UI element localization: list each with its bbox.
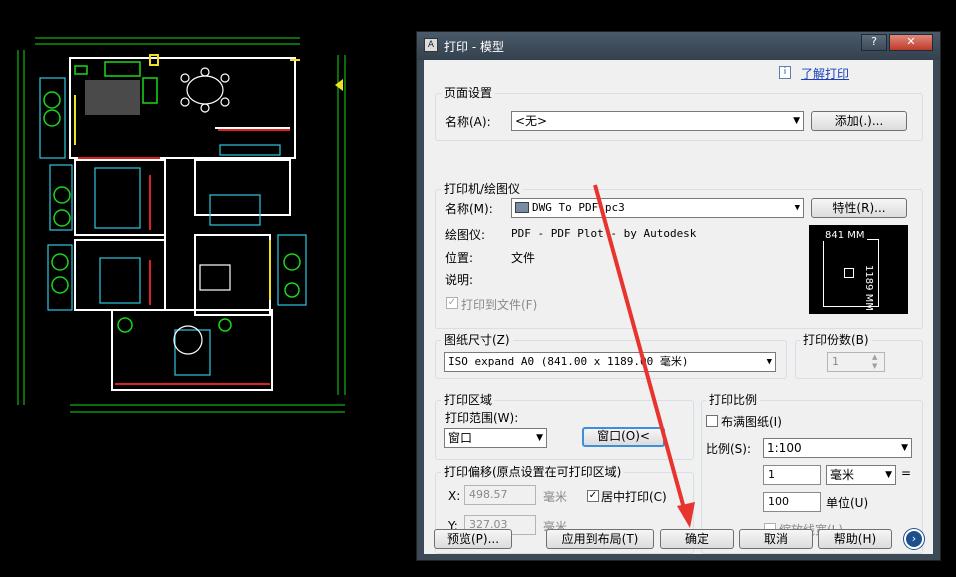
paper-size-label: 图纸尺寸(Z): [441, 331, 513, 348]
fit-to-paper-label: 布满图纸(I): [721, 415, 782, 429]
preview-width-label: 841 MM: [823, 230, 867, 241]
plotter-label: 绘图仪:: [445, 228, 486, 242]
chevron-down-icon: ▼: [885, 470, 892, 480]
plot-area-label: 打印区域: [441, 391, 496, 408]
scale-unit-value: 毫米: [830, 468, 855, 482]
autocad-app-icon: A: [424, 38, 438, 52]
learn-printing-link[interactable]: 了解打印: [801, 65, 849, 82]
chevron-down-icon: ▼: [536, 433, 543, 443]
offset-x-unit: 毫米: [543, 490, 568, 504]
scale-value1-input[interactable]: 1: [763, 465, 821, 485]
scale-equals: =: [901, 466, 912, 480]
paper-preview: 841 MM 1189 MM: [809, 225, 908, 314]
location-label: 位置:: [445, 251, 474, 265]
scale-ratio-value: 1:100: [767, 441, 802, 455]
help-button[interactable]: 帮助(H): [818, 529, 892, 549]
help-window-button[interactable]: ?: [861, 34, 887, 51]
printer-name-label: 名称(M):: [445, 202, 493, 216]
plot-offset-label: 打印偏移(原点设置在可打印区域): [441, 463, 625, 480]
scale-value1: 1: [768, 468, 775, 481]
plot-dialog: A 打印 - 模型 ? ✕ i 了解打印 页面设置 名称(A): <无> ▼ 添加…: [416, 31, 941, 561]
plotter-value: PDF - PDF Plot - by Autodesk: [511, 227, 697, 240]
page-setup-name-dropdown[interactable]: <无> ▼: [511, 111, 804, 131]
printer-group-label: 打印机/绘图仪: [441, 180, 524, 197]
page-setup-name-value: <无>: [515, 114, 548, 128]
center-plot-checkbox[interactable]: ✓: [587, 490, 599, 502]
plot-range-value: 窗口: [448, 431, 473, 445]
print-to-file-checkbox[interactable]: ✓: [446, 297, 458, 309]
info-icon: i: [779, 66, 791, 79]
chevron-down-icon: ▼: [901, 443, 908, 453]
entry-arrow-icon: [335, 79, 343, 91]
dialog-titlebar[interactable]: A 打印 - 模型 ? ✕: [417, 32, 940, 60]
window-select-button[interactable]: 窗口(O)<: [582, 427, 665, 447]
dialog-body: i 了解打印 页面设置 名称(A): <无> ▼ 添加(.)... 打印机/绘图仪…: [424, 60, 933, 554]
plot-scale-label: 打印比例: [706, 391, 761, 408]
paper-size-dropdown[interactable]: ISO expand A0 (841.00 x 1189.00 毫米) ▼: [444, 352, 776, 372]
add-page-setup-button[interactable]: 添加(.)...: [811, 111, 907, 131]
apply-to-layout-button[interactable]: 应用到布局(T): [546, 529, 654, 549]
printer-icon: [515, 202, 529, 213]
scale-unit-dropdown[interactable]: 毫米 ▼: [826, 465, 896, 485]
description-label: 说明:: [445, 273, 474, 287]
chevron-down-icon: ▼: [793, 116, 800, 126]
fit-to-paper-checkbox[interactable]: [706, 415, 718, 427]
floor-plan-drawing: [17, 37, 346, 413]
scale-ratio-label: 比例(S):: [706, 442, 752, 456]
ok-button[interactable]: 确定: [660, 529, 734, 549]
page-setup-name-label: 名称(A):: [445, 115, 491, 129]
scale-ratio-dropdown[interactable]: 1:100 ▼: [763, 438, 912, 458]
scale-value2: 100: [768, 495, 789, 508]
scale-value2-input[interactable]: 100: [763, 492, 821, 512]
preview-height-label: 1189 MM: [863, 265, 874, 311]
printer-name-dropdown[interactable]: DWG To PDF.pc3 ▼: [511, 198, 804, 218]
chevron-down-icon: ▼: [794, 203, 800, 213]
printer-properties-button[interactable]: 特性(R)...: [811, 198, 907, 218]
copies-label: 打印份数(B): [800, 331, 872, 348]
living-room-rug: [85, 80, 140, 115]
location-value: 文件: [511, 251, 536, 265]
offset-x-value: 498.57: [469, 488, 508, 501]
close-window-button[interactable]: ✕: [889, 34, 933, 51]
page-setup-label: 页面设置: [441, 84, 496, 101]
preview-button[interactable]: 预览(P)...: [434, 529, 512, 549]
scale-unit-label: 单位(U): [826, 496, 869, 510]
chevron-down-icon: ▼: [766, 357, 772, 367]
cad-drawing-canvas[interactable]: [0, 0, 416, 574]
dialog-title: 打印 - 模型: [444, 40, 504, 54]
offset-x-input[interactable]: 498.57: [464, 485, 536, 505]
copies-spinner-icon[interactable]: ▲ ▼: [872, 353, 877, 371]
plot-area-icon: [844, 268, 854, 278]
paper-size-value: ISO expand A0 (841.00 x 1189.00 毫米): [448, 355, 689, 368]
plot-range-dropdown[interactable]: 窗口 ▼: [444, 428, 547, 448]
copies-value: 1: [832, 355, 839, 368]
offset-x-label: X:: [448, 489, 461, 503]
print-to-file-label: 打印到文件(F): [461, 298, 538, 312]
cancel-button[interactable]: 取消: [739, 529, 813, 549]
center-plot-label: 居中打印(C): [601, 490, 667, 504]
expand-options-icon[interactable]: ›: [904, 529, 924, 549]
printer-name-value: DWG To PDF.pc3: [532, 201, 625, 214]
plot-range-label: 打印范围(W):: [445, 411, 519, 425]
